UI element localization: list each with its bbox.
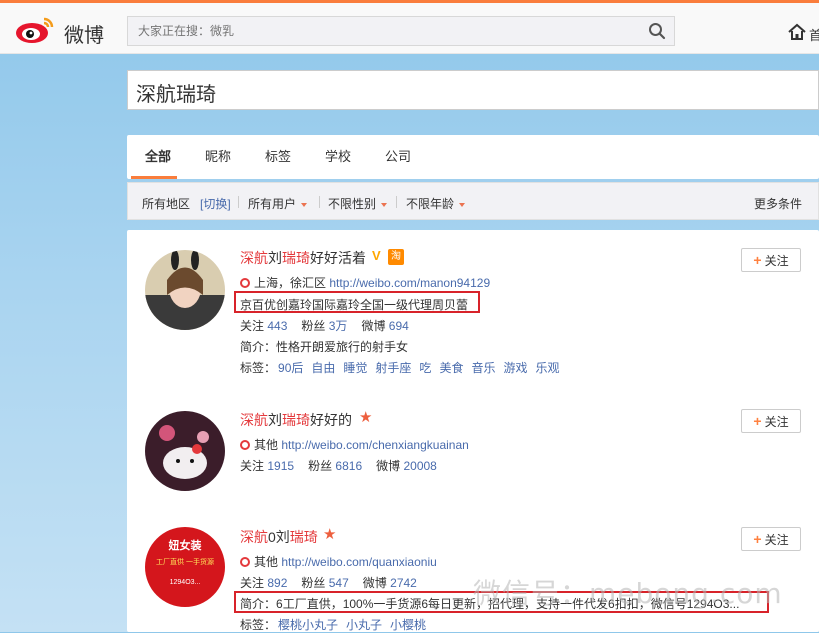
gender-filter-label: 不限性别 [328, 197, 377, 211]
gender-filter[interactable]: 不限性别 [328, 195, 388, 212]
user-location-row: 其他 http://weibo.com/quanxiaoniu [240, 553, 437, 570]
follow-button[interactable]: + 关注 [741, 527, 801, 551]
location-pin-icon [240, 557, 250, 567]
tab-nickname[interactable]: 昵称 [205, 146, 231, 165]
tag-link[interactable]: 90后 [278, 361, 303, 375]
chevron-down-icon [301, 202, 308, 207]
tag-link[interactable]: 射手座 [375, 361, 411, 375]
star-badge-icon[interactable]: ★ [323, 525, 336, 543]
watermark: 微信号：mebong.com [473, 577, 783, 610]
tag-link[interactable]: 自由 [311, 361, 335, 375]
tag-link[interactable]: 音乐 [471, 361, 495, 375]
location-pin-icon [240, 278, 250, 288]
user-type-filter[interactable]: 所有用户 [248, 195, 308, 212]
more-conditions-link[interactable]: 更多条件 [754, 195, 802, 212]
tag-link[interactable]: 小樱桃 [390, 618, 426, 632]
user-location-row: 上海，徐汇区 http://weibo.com/manon94129 [240, 274, 490, 291]
follow-button[interactable]: + 关注 [741, 409, 801, 433]
home-link[interactable]: 首 [809, 25, 819, 44]
region-filter-label: 所有地区 [142, 197, 191, 211]
plus-icon: + [753, 413, 762, 429]
user-name-link[interactable]: 深航刘瑞琦好好的 [240, 410, 352, 430]
age-filter[interactable]: 不限年龄 [406, 195, 466, 212]
avatar[interactable]: 妞女装 工厂直供 一手货源 1294O3... [145, 527, 225, 607]
top-navbar: 微博 首 [0, 3, 819, 54]
user-intro: 简介：性格开朗爱旅行的射手女 [240, 340, 409, 354]
search-icon[interactable] [648, 22, 666, 40]
tag-link[interactable]: 睡觉 [343, 361, 367, 375]
posts-count[interactable]: 2742 [390, 576, 417, 590]
avatar[interactable] [145, 411, 225, 491]
user-stats: 关注 892 粉丝 547 微博 2742 [240, 576, 417, 590]
home-icon[interactable] [787, 23, 807, 41]
verified-v-icon[interactable]: V [372, 248, 381, 263]
search-query-box[interactable]: 深航瑞琦 [127, 70, 819, 110]
region-switch-link[interactable]: [切换] [200, 195, 231, 212]
user-type-filter-label: 所有用户 [248, 197, 297, 211]
user-stats: 关注 1915 粉丝 6816 微博 20008 [240, 459, 437, 473]
tag-link[interactable]: 吃 [419, 361, 431, 375]
following-count[interactable]: 1915 [267, 459, 294, 473]
tab-tags[interactable]: 标签 [265, 146, 291, 165]
tag-link[interactable]: 乐观 [535, 361, 559, 375]
user-location-row: 其他 http://weibo.com/chenxiangkuainan [240, 436, 469, 453]
tag-link[interactable]: 樱桃小丸子 [278, 618, 338, 632]
following-count[interactable]: 443 [267, 319, 287, 333]
tag-link[interactable]: 美食 [439, 361, 463, 375]
tab-all[interactable]: 全部 [145, 146, 171, 165]
star-badge-icon[interactable]: ★ [359, 408, 372, 426]
fans-count[interactable]: 547 [329, 576, 349, 590]
plus-icon: + [753, 252, 762, 268]
chevron-down-icon [459, 202, 466, 207]
tab-company[interactable]: 公司 [385, 146, 411, 165]
filter-bar: 所有地区 [切换] 所有用户 不限性别 不限年龄 更多条件 [127, 182, 819, 220]
following-count[interactable]: 892 [267, 576, 287, 590]
chevron-down-icon [381, 202, 388, 207]
profile-url-link[interactable]: http://weibo.com/manon94129 [329, 276, 490, 290]
plus-icon: + [753, 531, 762, 547]
profile-url-link[interactable]: http://weibo.com/quanxiaoniu [281, 555, 436, 569]
top-search-input[interactable] [128, 17, 638, 45]
tab-school[interactable]: 学校 [325, 146, 351, 165]
user-tags: 标签： 樱桃小丸子 小丸子 小樱桃 [240, 618, 427, 632]
age-filter-label: 不限年龄 [406, 197, 455, 211]
posts-count[interactable]: 20008 [403, 459, 436, 473]
taobao-badge-icon[interactable]: 淘 [388, 249, 404, 265]
active-tab-indicator [131, 176, 177, 179]
user-name-link[interactable]: 深航刘瑞琦好好活着 [240, 248, 366, 268]
logo-text: 微博 [64, 23, 104, 47]
weibo-eye-icon [16, 17, 54, 43]
fans-count[interactable]: 3万 [329, 319, 348, 333]
weibo-logo[interactable]: 微博 [14, 15, 104, 47]
user-tags: 标签： 90后 自由 睡觉 射手座吃美食 音乐 游戏 乐观 [240, 361, 560, 375]
follow-button[interactable]: + 关注 [741, 248, 801, 272]
profile-url-link[interactable]: http://weibo.com/chenxiangkuainan [281, 438, 468, 452]
filter-divider [238, 196, 239, 208]
fans-count[interactable]: 6816 [335, 459, 362, 473]
result-tabs: 全部 昵称 标签 学校 公司 [127, 135, 819, 179]
highlight-box [234, 291, 480, 313]
top-search-box[interactable] [127, 16, 675, 46]
filter-divider [396, 196, 397, 208]
avatar[interactable] [145, 250, 225, 330]
posts-count[interactable]: 694 [389, 319, 409, 333]
location-pin-icon [240, 440, 250, 450]
user-name-link[interactable]: 深航0刘瑞琦 [240, 527, 318, 547]
filter-divider [319, 196, 320, 208]
tag-link[interactable]: 小丸子 [346, 618, 382, 632]
tag-link[interactable]: 游戏 [503, 361, 527, 375]
user-stats: 关注 443 粉丝 3万 微博 694 [240, 319, 409, 333]
